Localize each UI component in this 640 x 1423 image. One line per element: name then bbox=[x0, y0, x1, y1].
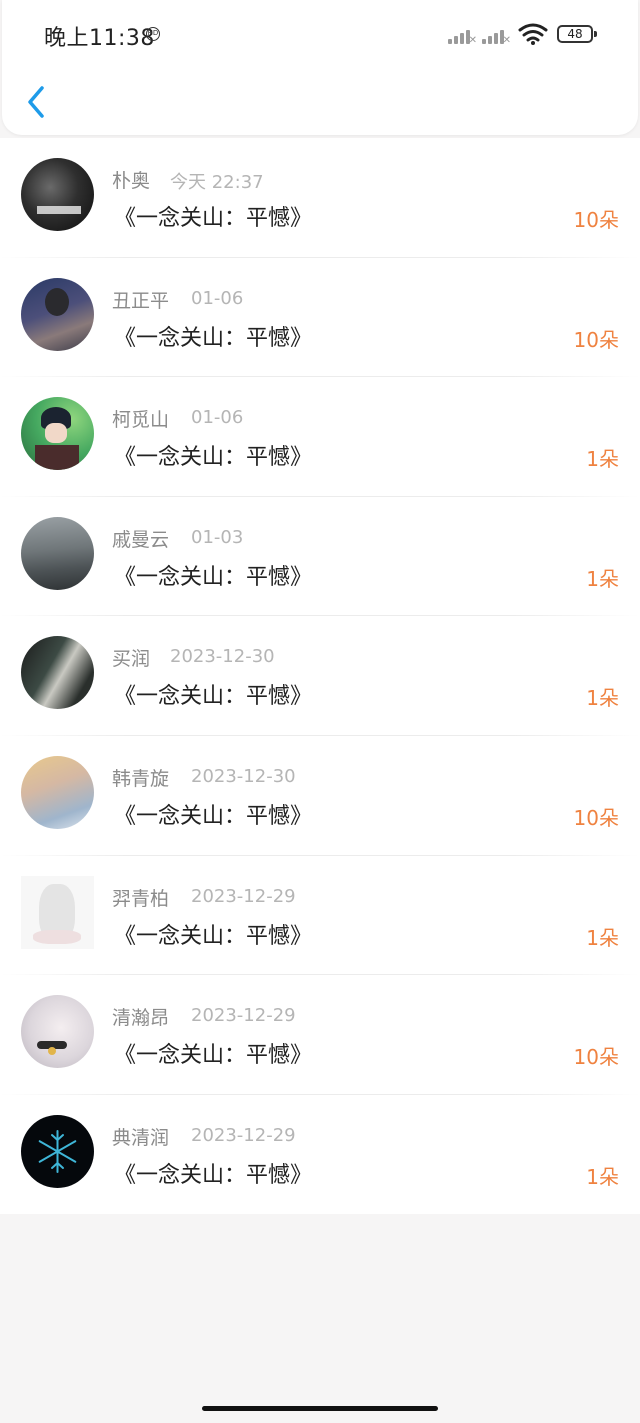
sender-name: 朴奥 bbox=[112, 170, 151, 192]
send-time: 2023-12-30 bbox=[191, 765, 296, 787]
list-item[interactable]: 清瀚昂 2023-12-29 《一念关山：平憾》 10朵 bbox=[0, 975, 640, 1095]
flower-count: 1朵 bbox=[586, 1164, 619, 1189]
back-button[interactable] bbox=[22, 82, 52, 122]
sender-name: 柯觅山 bbox=[112, 409, 170, 432]
list-item[interactable]: 丑正平 01-06 《一念关山：平憾》 10朵 bbox=[0, 258, 640, 378]
sender-name: 买润 bbox=[112, 648, 151, 671]
send-time: 01-03 bbox=[191, 526, 244, 548]
flower-count: 10朵 bbox=[573, 1045, 619, 1070]
drama-title: 《一念关山：平憾》 bbox=[114, 923, 313, 949]
send-time: 2023-12-30 bbox=[170, 646, 275, 668]
send-time: 01-06 bbox=[191, 407, 244, 429]
list-item[interactable]: 韩青旋 2023-12-30 《一念关山：平憾》 10朵 bbox=[0, 736, 640, 856]
send-time: 01-06 bbox=[191, 287, 244, 309]
status-time: 晚上11:38 bbox=[44, 26, 155, 51]
avatar[interactable] bbox=[21, 1114, 94, 1188]
list-item[interactable]: 柯觅山 01-06 《一念关山：平憾》 1朵 bbox=[0, 377, 640, 497]
list-item[interactable]: 朴奥 今天 22:37 《一念关山：平憾》 10朵 bbox=[0, 138, 640, 258]
hd-icon: HD bbox=[146, 27, 160, 41]
send-time: 2023-12-29 bbox=[191, 885, 296, 907]
drama-title: 《一念关山：平憾》 bbox=[114, 1162, 313, 1188]
avatar[interactable] bbox=[21, 158, 94, 231]
sender-name: 清瀚昂 bbox=[112, 1007, 170, 1030]
sender-name: 丑正平 bbox=[112, 289, 170, 312]
home-indicator[interactable] bbox=[202, 1406, 438, 1411]
sender-name: 羿青柏 bbox=[112, 887, 170, 910]
list-item[interactable]: 羿青柏 2023-12-29 《一念关山：平憾》 1朵 bbox=[0, 856, 640, 976]
avatar[interactable] bbox=[21, 755, 94, 829]
flower-count: 1朵 bbox=[586, 447, 619, 472]
header: 晚上11:38 HD ✕ ✕ 48 bbox=[2, 0, 638, 135]
gift-record-list: 朴奥 今天 22:37 《一念关山：平憾》 10朵 丑正平 01-06 《一念关… bbox=[0, 138, 640, 1215]
avatar[interactable] bbox=[21, 277, 94, 351]
signal-2-icon: ✕ bbox=[482, 26, 511, 46]
avatar[interactable] bbox=[21, 875, 94, 949]
drama-title: 《一念关山：平憾》 bbox=[114, 1043, 313, 1069]
send-time: 2023-12-29 bbox=[191, 1005, 296, 1027]
list-item[interactable]: 买润 2023-12-30 《一念关山：平憾》 1朵 bbox=[0, 616, 640, 736]
avatar[interactable] bbox=[21, 636, 94, 710]
drama-title: 《一念关山：平憾》 bbox=[114, 445, 313, 471]
sender-name: 韩青旋 bbox=[112, 767, 170, 790]
send-time: 今天 22:37 bbox=[170, 172, 264, 193]
wifi-icon bbox=[518, 23, 548, 45]
flower-count: 1朵 bbox=[586, 686, 619, 711]
drama-title: 《一念关山：平憾》 bbox=[114, 206, 313, 231]
flower-count: 10朵 bbox=[573, 208, 619, 232]
signal-indicators: ✕ ✕ bbox=[448, 26, 511, 46]
battery-indicator: 48 bbox=[557, 25, 597, 43]
snowflake-icon bbox=[38, 1129, 77, 1173]
sender-name: 戚曼云 bbox=[112, 528, 170, 551]
flower-count: 10朵 bbox=[573, 805, 619, 830]
flower-count: 1朵 bbox=[586, 925, 619, 950]
sender-name: 典清润 bbox=[112, 1126, 170, 1149]
avatar[interactable] bbox=[21, 995, 94, 1069]
flower-count: 10朵 bbox=[573, 327, 619, 352]
list-item[interactable]: 戚曼云 01-03 《一念关山：平憾》 1朵 bbox=[0, 497, 640, 617]
signal-1-icon: ✕ bbox=[448, 26, 477, 46]
send-time: 2023-12-29 bbox=[191, 1124, 296, 1146]
chevron-left-icon bbox=[28, 86, 44, 118]
avatar[interactable] bbox=[21, 397, 94, 471]
drama-title: 《一念关山：平憾》 bbox=[114, 684, 313, 710]
flower-count: 1朵 bbox=[586, 566, 619, 591]
drama-title: 《一念关山：平憾》 bbox=[114, 564, 313, 590]
battery-level: 48 bbox=[567, 27, 583, 41]
list-item[interactable]: 典清润 2023-12-29 《一念关山：平憾》 1朵 bbox=[0, 1095, 640, 1215]
avatar[interactable] bbox=[21, 516, 94, 590]
drama-title: 《一念关山：平憾》 bbox=[114, 803, 313, 829]
drama-title: 《一念关山：平憾》 bbox=[114, 325, 313, 351]
